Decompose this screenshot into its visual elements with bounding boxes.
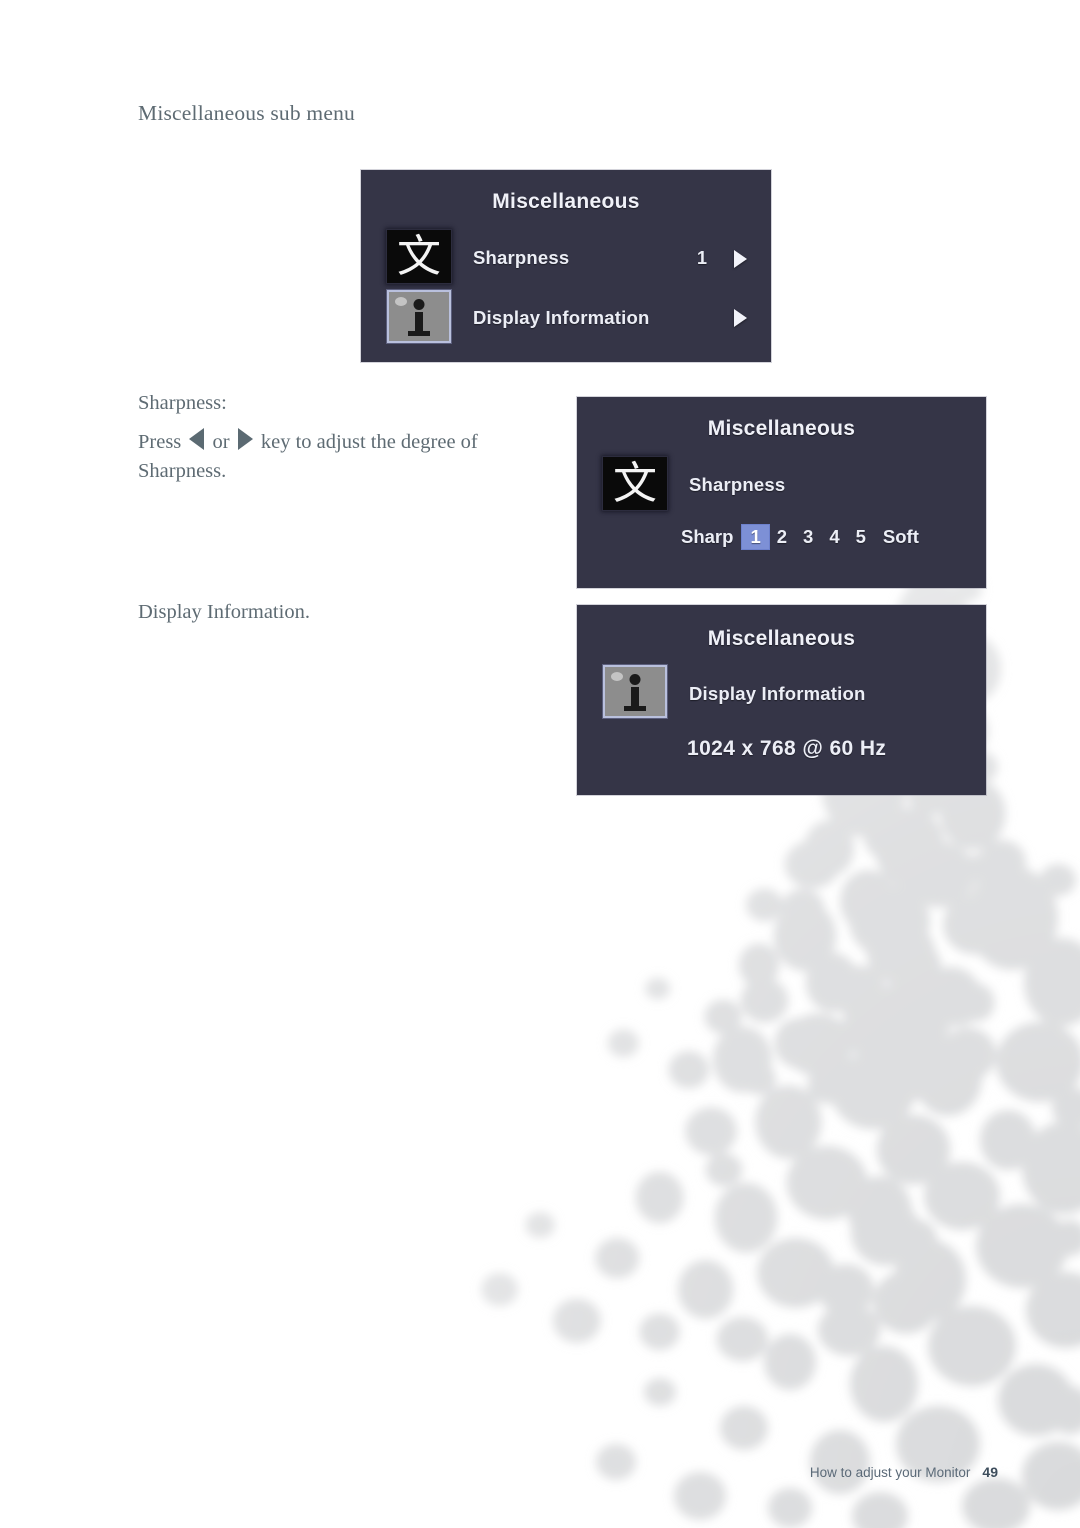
osd-display-information-panel: Miscellaneous Display Information 1024 x… (577, 605, 986, 795)
info-i-icon (387, 290, 451, 343)
sharpness-scale[interactable]: Sharp 1 2 3 4 5 Soft (681, 525, 928, 549)
sharpness-instruction: Press or key to adjust the degree of Sha… (138, 428, 528, 486)
scale-step-2[interactable]: 2 (769, 525, 795, 549)
or-word: or (212, 431, 230, 453)
cjk-wen-icon: 文 (387, 230, 451, 283)
osd-row-label-sharpness: Sharpness (473, 247, 570, 268)
cjk-wen-icon: 文 (603, 457, 667, 510)
info-i-icon (603, 665, 667, 718)
osd-display-information-label: Display Information (689, 683, 866, 704)
scale-step-4[interactable]: 4 (821, 525, 847, 549)
sharpness-heading: Sharpness: (138, 392, 227, 414)
arrow-left-icon (189, 428, 205, 450)
chevron-right-icon[interactable] (734, 250, 747, 268)
osd-menu-title: Miscellaneous (492, 190, 640, 213)
osd-display-information-title: Miscellaneous (707, 627, 856, 650)
osd-sharpness-panel: Miscellaneous 文 Sharpness Sharp 1 2 3 4 … (577, 397, 986, 588)
osd-row-label-display-information: Display Information (473, 307, 650, 328)
press-word: Press (138, 431, 182, 453)
osd-sharpness-title: Miscellaneous (707, 417, 856, 440)
manual-page: Miscellaneous sub menu Miscellaneous 文 S… (0, 0, 1080, 1528)
chevron-right-icon[interactable] (734, 309, 747, 327)
footer-page-number: 49 (982, 1464, 998, 1480)
footer-chapter: How to adjust your Monitor (809, 1465, 971, 1480)
scale-step-1[interactable]: 1 (742, 525, 769, 549)
scale-step-3[interactable]: 3 (795, 525, 821, 549)
display-information-heading: Display Information. (138, 601, 310, 623)
page-footer: How to adjust your Monitor 49 (810, 1464, 998, 1480)
osd-miscellaneous-menu: Miscellaneous 文 Sharpness 1 Display Info… (361, 170, 771, 362)
page-title: Miscellaneous sub menu (138, 101, 355, 125)
scale-label-soft: Soft (882, 526, 919, 547)
scale-step-5[interactable]: 5 (848, 525, 874, 549)
display-information-readout: 1024 x 768 @ 60 Hz (687, 737, 887, 760)
osd-sharpness-label: Sharpness (689, 474, 786, 495)
scale-label-sharp: Sharp (681, 526, 734, 547)
osd-row-value-sharpness: 1 (697, 248, 708, 268)
arrow-right-icon (237, 428, 253, 450)
